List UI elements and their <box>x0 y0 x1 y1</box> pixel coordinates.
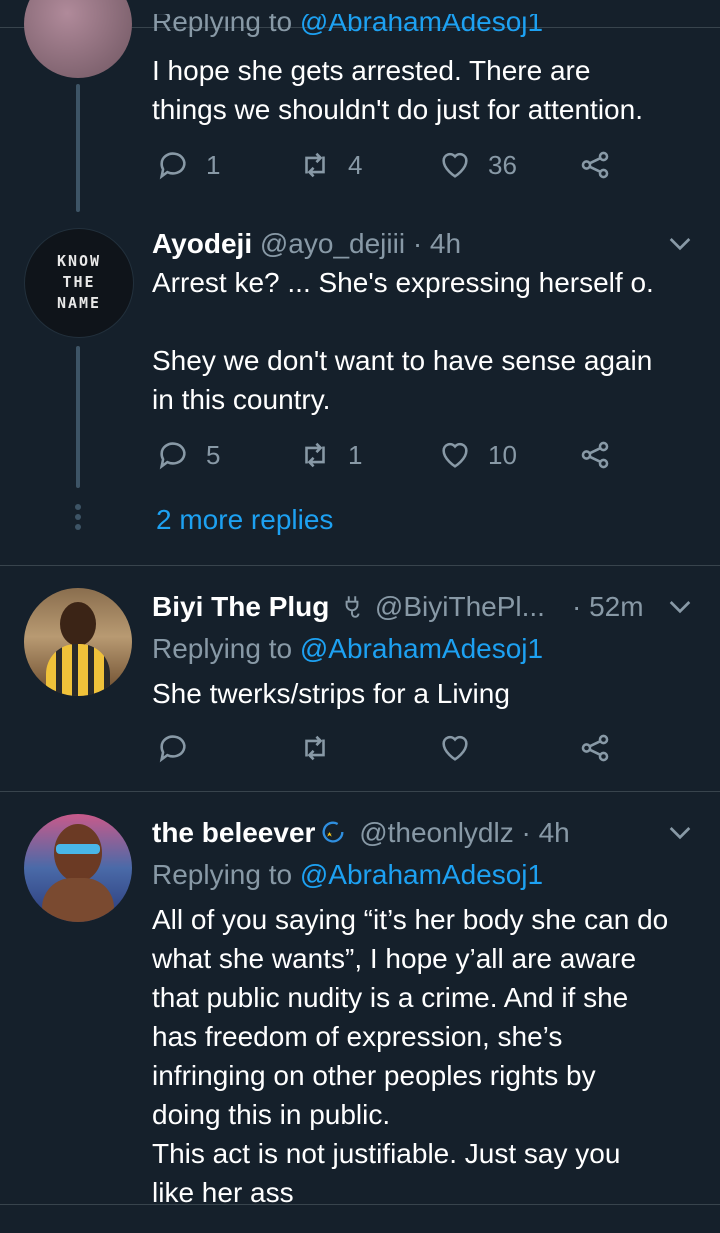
tweet-body-spacer <box>152 302 654 341</box>
share-button[interactable] <box>578 438 612 472</box>
tweet-header: the beleever @theonlydlz · 4h <box>152 813 570 852</box>
retweet-button[interactable]: 1 <box>298 438 362 472</box>
tweet-body-line: in this country. <box>152 384 331 415</box>
retweet-icon <box>305 735 325 761</box>
thread-line <box>76 84 80 212</box>
tweet-divider <box>0 791 720 792</box>
like-count: 36 <box>488 149 517 180</box>
retweet-icon <box>305 152 325 178</box>
tweet-body-line: that public nudity is a crime. And if sh… <box>152 982 629 1013</box>
avatar[interactable] <box>24 814 132 922</box>
replying-to-label: Replying to <box>152 633 293 664</box>
reply-context: Replying to @AbrahamAdesoj1 <box>152 6 543 41</box>
tweet-body-line: infringing on other peoples rights by <box>152 1060 596 1091</box>
like-button[interactable]: 36 <box>438 148 517 182</box>
share-icon <box>581 441 609 469</box>
author-handle[interactable]: @ayo_dejiii <box>260 228 405 259</box>
tweet-body-line: I hope she gets arrested. There are <box>152 55 591 86</box>
tweet-body-line: like her ass <box>152 1177 294 1208</box>
like-button[interactable] <box>438 731 472 765</box>
tweet-body-line: All of you saying “it’s her body she can… <box>152 904 669 935</box>
bottom-divider <box>0 1204 720 1205</box>
tweet-divider <box>0 565 720 566</box>
tweet-body-line: Shey we don't want to have sense again <box>152 345 653 376</box>
tweet-body-line: things we shouldn't do just for attentio… <box>152 94 643 125</box>
author-name[interactable]: Ayodeji <box>152 228 252 259</box>
replying-to-label: Replying to <box>152 859 293 890</box>
avatar[interactable] <box>24 0 132 78</box>
tweet-timestamp[interactable]: · 4h <box>522 817 570 848</box>
avatar-text-line: THE <box>62 273 96 291</box>
tweet-body: She twerks/strips for a Living <box>152 674 510 713</box>
tweet-body: I hope she gets arrested. There are thin… <box>152 51 643 129</box>
chevron-down-icon[interactable] <box>664 590 696 622</box>
author-name[interactable]: Biyi The Plug <box>152 591 329 622</box>
heart-icon <box>442 442 468 468</box>
reply-handle-link[interactable]: @AbrahamAdesoj1 <box>300 14 543 37</box>
avatar-text-line: KNOW <box>56 252 102 270</box>
tweet-body: Arrest ke? ... She's expressing herself … <box>152 263 654 419</box>
plug-icon <box>345 596 360 618</box>
more-replies-link[interactable]: 2 more replies <box>156 500 333 539</box>
retweet-count: 1 <box>348 439 363 470</box>
author-name[interactable]: the beleever <box>152 817 315 848</box>
like-button[interactable]: 10 <box>438 438 517 472</box>
share-icon <box>581 734 609 762</box>
tweet-body-line: what she wants”, I hope y’all are aware <box>152 943 637 974</box>
tweet-body: All of you saying “it’s her body she can… <box>152 900 668 1212</box>
avatar-text-line: NAME <box>56 294 102 312</box>
retweet-count: 4 <box>348 149 363 180</box>
replying-to-label: Replying to <box>152 6 293 37</box>
thread-dots <box>75 504 81 530</box>
tweet-body-line: This act is not justifiable. Just say yo… <box>152 1138 621 1169</box>
share-button[interactable] <box>578 148 612 182</box>
heart-icon <box>442 152 468 178</box>
tweet-body-line: doing this in public. <box>152 1099 391 1130</box>
reply-button[interactable]: 1 <box>156 148 220 182</box>
tweet-body-line: has freedom of expression, she’s <box>152 1021 563 1052</box>
chevron-down-icon[interactable] <box>664 227 696 259</box>
like-count: 10 <box>488 439 517 470</box>
reply-button[interactable] <box>156 731 190 765</box>
reply-context: Replying to @AbrahamAdesoj1 <box>152 629 543 668</box>
tweet-body-line: She twerks/strips for a Living <box>152 678 510 709</box>
reply-handle-link[interactable]: @AbrahamAdesoj1 <box>300 859 543 890</box>
reply-count: 1 <box>206 149 221 180</box>
dizzy-icon <box>322 821 344 843</box>
author-handle[interactable]: @theonlydlz <box>359 817 514 848</box>
avatar[interactable]: KNOW THE NAME <box>24 228 134 338</box>
share-icon <box>581 151 609 179</box>
tweet-body-line: Arrest ke? ... She's expressing herself … <box>152 267 654 298</box>
avatar[interactable] <box>24 588 132 696</box>
reply-handle-link[interactable]: @AbrahamAdesoj1 <box>300 633 543 664</box>
tweet-header: Ayodeji @ayo_dejiii · 4h <box>152 224 461 263</box>
tweet-timestamp[interactable]: · 52m <box>572 587 644 626</box>
reply-button[interactable]: 5 <box>156 438 220 472</box>
tweet-timestamp[interactable]: · 4h <box>413 228 461 259</box>
author-handle[interactable]: @BiyiThePl... <box>375 591 545 622</box>
share-button[interactable] <box>578 731 612 765</box>
chevron-down-icon[interactable] <box>664 816 696 848</box>
retweet-button[interactable]: 4 <box>298 148 362 182</box>
reply-icon <box>159 735 186 763</box>
retweet-icon <box>305 442 325 468</box>
tweet-header: Biyi The Plug @BiyiThePl... <box>152 587 545 626</box>
reply-context: Replying to @AbrahamAdesoj1 <box>152 855 543 894</box>
heart-icon <box>442 735 468 761</box>
thread-line <box>76 346 80 488</box>
reply-icon <box>159 442 186 470</box>
reply-count: 5 <box>206 439 221 470</box>
retweet-button[interactable] <box>298 731 332 765</box>
reply-icon <box>159 152 186 180</box>
